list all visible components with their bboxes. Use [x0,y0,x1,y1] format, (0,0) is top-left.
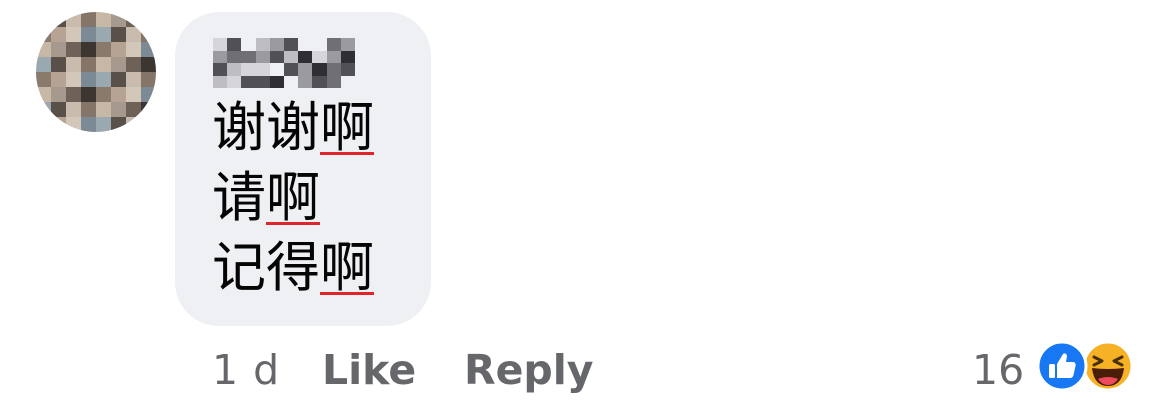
reply-button[interactable]: Reply [464,340,594,400]
comment-line-2: 请啊 [212,166,320,230]
comment-text: 谢谢 [212,96,320,159]
avatar[interactable] [36,12,156,132]
reaction-count[interactable]: 16 [972,340,1024,400]
spellcheck-word: 啊 [320,236,374,299]
haha-icon [1082,340,1134,392]
comment-text: 请 [212,166,266,229]
like-icon [1036,340,1088,392]
timestamp[interactable]: 1 d [212,340,280,400]
spellcheck-word: 啊 [320,96,374,159]
spellcheck-word: 啊 [266,166,320,229]
comment-text: 记得 [212,236,320,299]
reactions-summary[interactable] [1036,340,1136,394]
author-name-redacted[interactable] [213,38,355,88]
comment-line-3: 记得啊 [212,236,374,300]
comment-line-1: 谢谢啊 [212,96,374,160]
like-button[interactable]: Like [322,340,416,400]
